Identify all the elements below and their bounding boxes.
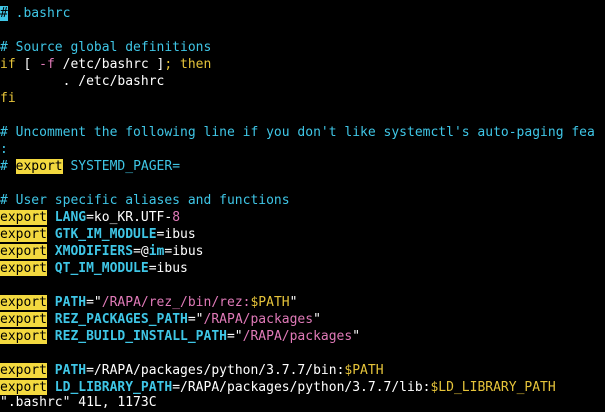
code-token: =" <box>86 295 102 310</box>
editor-line[interactable] <box>0 345 605 362</box>
code-token: QT_IM_MODULE <box>46 261 149 276</box>
search-highlight: export <box>0 261 47 276</box>
editor-line[interactable]: export PATH="/RAPA/rez_/bin/rez:$PATH" <box>0 294 605 311</box>
code-token: =/RAPA/packages/python/3.7.7/lib: <box>172 380 431 395</box>
text-cursor: # <box>0 6 8 21</box>
code-token: # User specific aliases and functions <box>0 193 290 208</box>
code-token: /RAPA/rez_/bin/rez: <box>101 295 251 310</box>
code-token: /RAPA/packages <box>242 329 353 344</box>
code-token: # Uncomment the following line if you do… <box>0 125 595 140</box>
code-token: PATH <box>46 295 87 310</box>
code-token: [ <box>15 57 40 72</box>
code-token: . /etc/bashrc <box>0 74 165 89</box>
search-highlight: export <box>0 227 47 242</box>
search-highlight: export <box>0 329 47 344</box>
editor-text-area[interactable]: # .bashrc # Source global definitions if [… <box>0 5 605 396</box>
editor-line[interactable]: : <box>0 141 605 158</box>
editor-line[interactable] <box>0 277 605 294</box>
code-token: im <box>148 244 165 259</box>
editor-line[interactable]: if [ -f /etc/bashrc ]; then <box>0 56 605 73</box>
editor-line[interactable]: # User specific aliases and functions <box>0 192 605 209</box>
code-token: =ko_KR.UTF- <box>86 210 173 225</box>
code-token: =ibus <box>148 261 188 276</box>
search-highlight: export <box>0 312 47 327</box>
editor-line[interactable]: export QT_IM_MODULE=ibus <box>0 260 605 277</box>
search-highlight: export <box>0 210 47 225</box>
code-token: =@ <box>133 244 149 259</box>
code-token: " <box>313 312 321 327</box>
editor-line[interactable]: export REZ_BUILD_INSTALL_PATH="/RAPA/pac… <box>0 328 605 345</box>
code-token: $PATH <box>250 295 290 310</box>
code-token: XMODIFIERS <box>46 244 134 259</box>
editor-line[interactable] <box>0 107 605 124</box>
code-token: REZ_BUILD_INSTALL_PATH <box>46 329 227 344</box>
search-highlight: export <box>0 363 47 378</box>
editor-line[interactable]: # .bashrc <box>0 5 605 22</box>
code-token: fi <box>0 91 16 106</box>
code-token: =" <box>187 312 204 327</box>
search-highlight: export <box>0 380 47 395</box>
code-token: if <box>0 57 16 72</box>
editor-line[interactable]: export XMODIFIERS=@im=ibus <box>0 243 605 260</box>
code-token: LD_LIBRARY_PATH <box>46 380 173 395</box>
code-token: : <box>0 142 8 157</box>
code-token: GTK_IM_MODULE <box>46 227 157 242</box>
code-token: PATH <box>46 363 87 378</box>
code-token: /etc/bashrc <box>54 57 157 72</box>
editor-line[interactable] <box>0 175 605 192</box>
editor-line[interactable]: export PATH=/RAPA/packages/python/3.7.7/… <box>0 362 605 379</box>
code-token: -f <box>39 57 55 72</box>
code-token: $PATH <box>344 363 384 378</box>
search-highlight: export <box>15 159 63 174</box>
editor-line[interactable] <box>0 22 605 39</box>
code-token: =ibus <box>164 244 204 259</box>
vim-editor[interactable]: # .bashrc # Source global definitions if [… <box>0 0 605 412</box>
code-token: LANG <box>46 210 87 225</box>
code-token: " <box>289 295 298 310</box>
code-token: " <box>352 329 361 344</box>
code-token: =/RAPA/packages/python/3.7.7/bin: <box>86 363 345 378</box>
code-token: /RAPA/packages <box>203 312 314 327</box>
code-token: 8 <box>172 210 181 225</box>
editor-line[interactable]: . /etc/bashrc <box>0 73 605 90</box>
editor-line[interactable]: fi <box>0 90 605 107</box>
editor-line[interactable]: export GTK_IM_MODULE=ibus <box>0 226 605 243</box>
code-token: =ibus <box>156 227 196 242</box>
code-token: REZ_PACKAGES_PATH <box>46 312 188 327</box>
code-token: then <box>180 57 212 72</box>
code-token: $LD_LIBRARY_PATH <box>430 380 556 395</box>
search-highlight: export <box>0 244 47 259</box>
code-token: # <box>0 159 16 174</box>
editor-line[interactable]: # Source global definitions <box>0 39 605 56</box>
search-highlight: export <box>0 295 47 310</box>
editor-line[interactable]: # Uncomment the following line if you do… <box>0 124 605 141</box>
code-token: =" <box>226 329 243 344</box>
code-token: ; <box>164 57 181 72</box>
editor-line[interactable]: # export SYSTEMD_PAGER= <box>0 158 605 175</box>
editor-line[interactable]: export REZ_PACKAGES_PATH="/RAPA/packages… <box>0 311 605 328</box>
code-token: SYSTEMD_PAGER= <box>62 159 181 174</box>
editor-line[interactable]: export LANG=ko_KR.UTF-8 <box>0 209 605 226</box>
code-token: # Source global definitions <box>0 40 212 55</box>
code-token: .bashrc <box>7 6 71 21</box>
status-line: ".bashrc" 41L, 1173C <box>0 395 157 410</box>
